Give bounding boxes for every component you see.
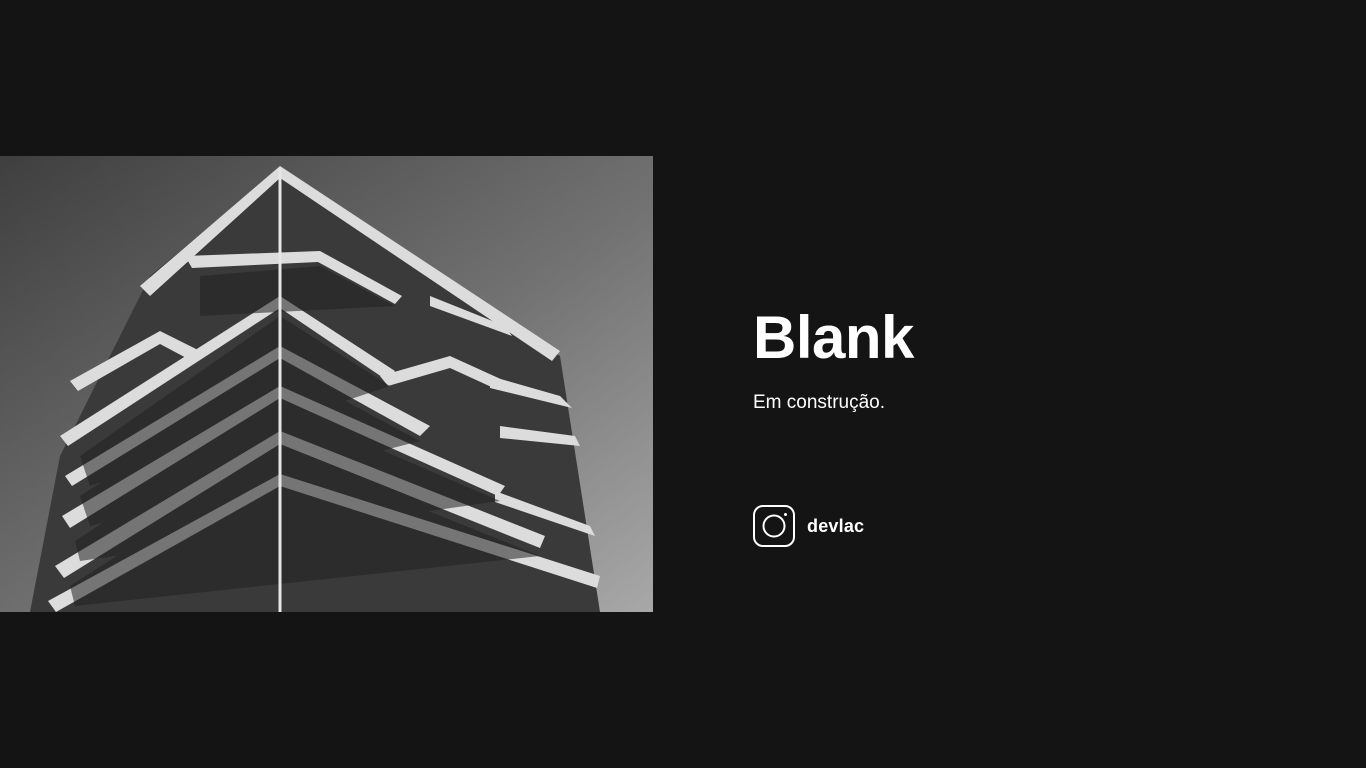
- instagram-handle: devlac: [807, 515, 865, 536]
- page: Blank Em construção. devlac: [0, 0, 1366, 768]
- content-panel: Blank Em construção.: [753, 300, 1313, 416]
- instagram-link[interactable]: devlac: [753, 505, 864, 547]
- page-title: Blank: [753, 304, 914, 371]
- hero-building-image: [0, 156, 653, 612]
- instagram-icon: [753, 505, 795, 547]
- building-photo-icon: [0, 156, 653, 612]
- page-subtitle: Em construção.: [753, 392, 885, 413]
